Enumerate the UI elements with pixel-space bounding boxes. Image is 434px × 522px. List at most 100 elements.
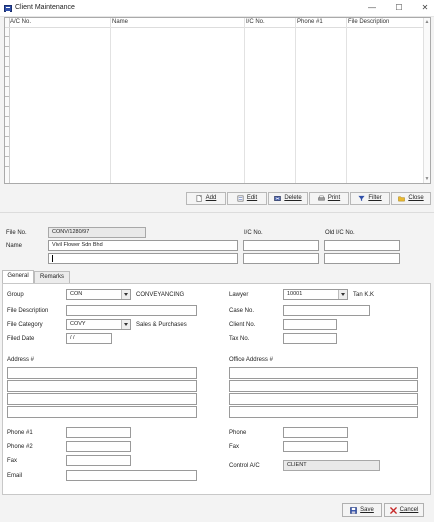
divider: [0, 212, 434, 213]
tab-general[interactable]: General: [2, 270, 34, 283]
office-address-line2-field[interactable]: [229, 380, 418, 392]
file-category-description: Sales & Purchases: [136, 322, 187, 328]
column-header-ac-no[interactable]: A/C No.: [10, 19, 31, 25]
ic-no-field[interactable]: [243, 240, 319, 251]
grid-header: A/C No. Name I/C No. Phone #1 File Descr…: [5, 18, 430, 28]
minimize-icon[interactable]: —: [364, 2, 380, 14]
group-description: CONVEYANCING: [136, 292, 185, 298]
address-line4-field[interactable]: [7, 406, 197, 418]
office-phone-label: Phone: [229, 430, 247, 436]
name-line2-field[interactable]: [48, 253, 238, 264]
edit-button[interactable]: Edit: [227, 192, 267, 205]
file-description-label: File Description: [7, 308, 49, 314]
print-icon: [318, 195, 325, 201]
chevron-down-icon[interactable]: [338, 290, 347, 299]
lawyer-value: 10001: [287, 291, 303, 297]
file-description-field[interactable]: [66, 305, 197, 316]
office-address-line4-field[interactable]: [229, 406, 418, 418]
office-fax-field[interactable]: [283, 441, 348, 452]
file-category-combo[interactable]: COVY: [66, 319, 131, 330]
address-line1-field[interactable]: [7, 367, 197, 379]
address-label: Address #: [7, 357, 35, 363]
close-icon[interactable]: ✕: [417, 2, 433, 14]
scroll-up-icon[interactable]: ▲: [424, 18, 430, 26]
close-label: Close: [408, 195, 424, 201]
cancel-icon: [389, 506, 397, 514]
filter-button[interactable]: Filter: [350, 192, 390, 205]
lawyer-combo[interactable]: 10001: [283, 289, 348, 300]
add-button[interactable]: Add: [186, 192, 226, 205]
tab-remarks[interactable]: Remarks: [34, 271, 70, 283]
delete-icon: [274, 196, 282, 201]
column-header-name[interactable]: Name: [112, 19, 128, 25]
email-field[interactable]: [66, 470, 197, 481]
case-no-label: Case No.: [229, 308, 255, 314]
control-ac-label: Control A/C: [229, 463, 260, 469]
address-line2-field[interactable]: [7, 380, 197, 392]
phone1-field[interactable]: [66, 427, 131, 438]
phone2-field[interactable]: [66, 441, 131, 452]
office-address-label: Office Address #: [229, 357, 273, 363]
cancel-label: Cancel: [399, 507, 419, 513]
client-no-field[interactable]: [283, 319, 337, 330]
address-line3-field[interactable]: [7, 393, 197, 405]
group-combo[interactable]: CON: [66, 289, 131, 300]
lawyer-description: Tan K.K: [353, 292, 375, 298]
fax-field[interactable]: [66, 455, 131, 466]
save-label: Save: [360, 507, 374, 513]
office-address-line1-field[interactable]: [229, 367, 418, 379]
group-label: Group: [7, 292, 24, 298]
filter-label: Filter: [368, 195, 382, 201]
email-label: Email: [7, 473, 23, 479]
filed-date-field[interactable]: / /: [66, 333, 112, 344]
maximize-icon[interactable]: ☐: [391, 2, 407, 14]
app-icon: [4, 5, 12, 12]
scroll-down-icon[interactable]: ▼: [424, 175, 430, 183]
file-category-label: File Category: [7, 322, 43, 328]
save-icon: [350, 506, 357, 514]
file-no-field[interactable]: CONV/1280/97: [48, 227, 146, 238]
cancel-button[interactable]: Cancel: [384, 503, 424, 517]
phone1-label: Phone #1: [7, 430, 33, 436]
column-header-file-description[interactable]: File Description: [348, 19, 389, 25]
save-button[interactable]: Save: [342, 503, 382, 517]
case-no-field[interactable]: [283, 305, 370, 316]
chevron-down-icon[interactable]: [121, 290, 130, 299]
office-fax-label: Fax: [229, 444, 240, 450]
column-header-phone1[interactable]: Phone #1: [297, 19, 323, 25]
folder-close-icon: [398, 196, 406, 202]
old-ic-no-line2-field[interactable]: [324, 253, 400, 264]
file-no-label: File No.: [6, 230, 27, 236]
office-phone-field[interactable]: [283, 427, 348, 438]
tax-no-label: Tax No.: [229, 336, 250, 342]
filed-date-label: Filed Date: [7, 336, 35, 342]
old-ic-no-field[interactable]: [324, 240, 400, 251]
edit-label: Edit: [246, 195, 258, 201]
print-label: Print: [327, 195, 341, 201]
column-header-ic-no[interactable]: I/C No.: [246, 19, 265, 25]
control-ac-field[interactable]: CLIENT: [283, 460, 380, 471]
delete-label: Delete: [284, 195, 302, 201]
name-field[interactable]: Vivil Flower Sdn Bhd: [48, 240, 238, 251]
name-label: Name: [6, 243, 23, 249]
print-button[interactable]: Print: [309, 192, 349, 205]
chevron-down-icon[interactable]: [121, 320, 130, 329]
phone2-label: Phone #2: [7, 444, 33, 450]
delete-button[interactable]: Delete: [268, 192, 308, 205]
ic-no-label: I/C No.: [244, 230, 263, 236]
close-button[interactable]: Close: [391, 192, 431, 205]
title-bar: Client Maintenance — ☐ ✕: [0, 0, 434, 17]
filter-icon: [358, 195, 365, 202]
client-grid[interactable]: A/C No. Name I/C No. Phone #1 File Descr…: [4, 17, 431, 184]
ic-no-line2-field[interactable]: [243, 253, 319, 264]
old-ic-no-label: Old I/C No.: [325, 230, 355, 236]
file-category-value: COVY: [70, 321, 86, 327]
client-maintenance-window: Client Maintenance — ☐ ✕ A/C No. Name I/…: [0, 0, 434, 522]
office-address-line3-field[interactable]: [229, 393, 418, 405]
add-icon: [196, 195, 202, 202]
client-no-label: Client No.: [229, 322, 256, 328]
edit-icon: [237, 195, 244, 202]
tax-no-field[interactable]: [283, 333, 337, 344]
group-value: CON: [70, 291, 83, 297]
grid-vertical-scrollbar[interactable]: ▲ ▼: [423, 18, 430, 183]
